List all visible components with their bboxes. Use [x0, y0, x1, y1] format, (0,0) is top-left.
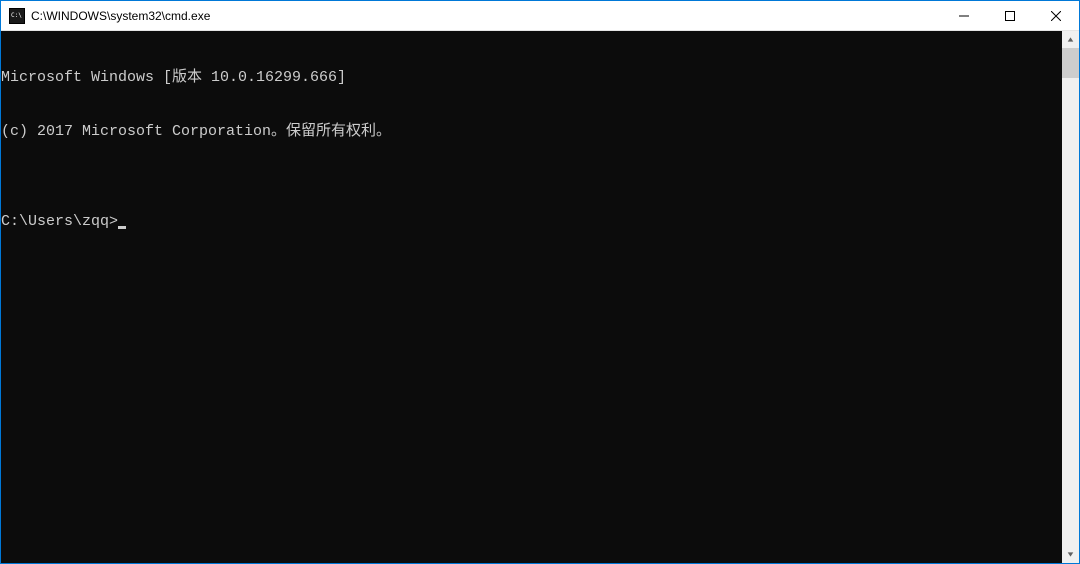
cmd-window: C:\ C:\WINDOWS\system32\cmd.exe Microsof…: [0, 0, 1080, 564]
close-button[interactable]: [1033, 1, 1079, 30]
cursor: [118, 226, 126, 229]
scroll-up-arrow[interactable]: [1062, 31, 1079, 48]
minimize-button[interactable]: [941, 1, 987, 30]
svg-text:C:\: C:\: [11, 12, 22, 19]
terminal-output[interactable]: Microsoft Windows [版本 10.0.16299.666] (c…: [1, 31, 1062, 563]
prompt-text: C:\Users\zqq>: [1, 213, 118, 231]
vertical-scrollbar[interactable]: [1062, 31, 1079, 563]
scroll-thumb[interactable]: [1062, 48, 1079, 78]
version-line: Microsoft Windows [版本 10.0.16299.666]: [1, 69, 1062, 87]
scroll-down-arrow[interactable]: [1062, 546, 1079, 563]
cmd-icon: C:\: [9, 8, 25, 24]
prompt-line: C:\Users\zqq>: [1, 213, 1062, 231]
scroll-track[interactable]: [1062, 48, 1079, 546]
titlebar[interactable]: C:\ C:\WINDOWS\system32\cmd.exe: [1, 1, 1079, 31]
window-controls: [941, 1, 1079, 30]
content-area: Microsoft Windows [版本 10.0.16299.666] (c…: [1, 31, 1079, 563]
copyright-line: (c) 2017 Microsoft Corporation。保留所有权利。: [1, 123, 1062, 141]
maximize-button[interactable]: [987, 1, 1033, 30]
window-title: C:\WINDOWS\system32\cmd.exe: [31, 9, 941, 23]
